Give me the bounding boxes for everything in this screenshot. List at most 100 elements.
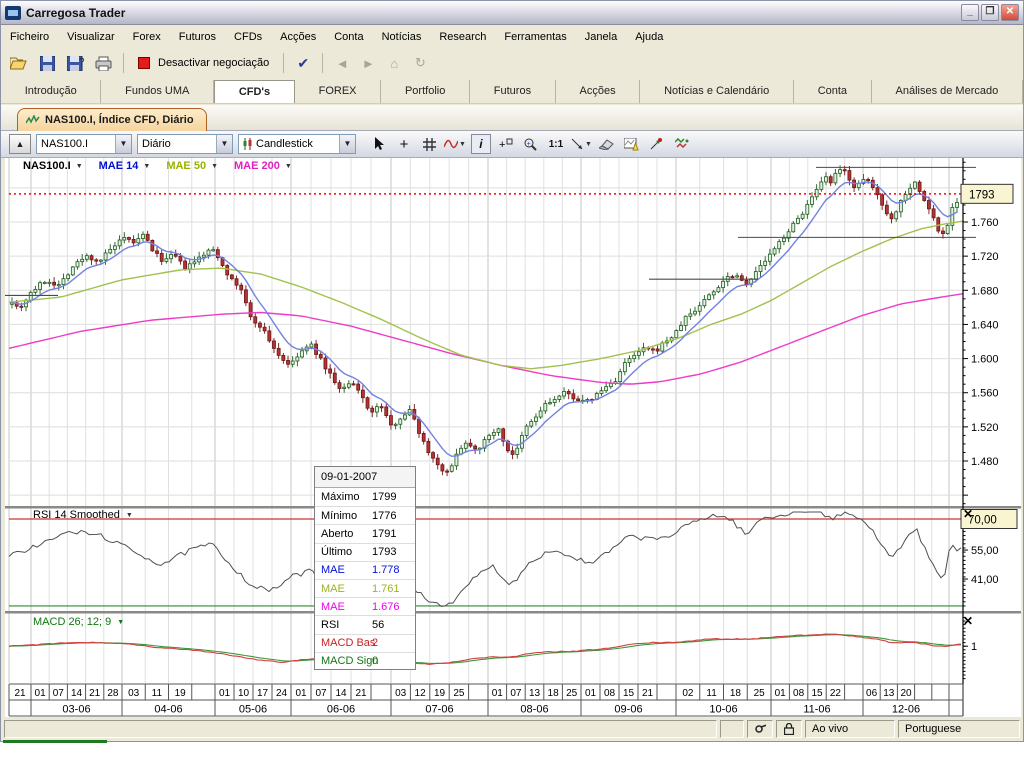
tab-forex[interactable]: FOREX — [295, 80, 381, 103]
menu-cfds[interactable]: CFDs — [225, 26, 271, 49]
svg-text:21: 21 — [89, 688, 101, 699]
svg-text:1: 1 — [971, 641, 977, 653]
add-pane-icon[interactable]: + — [496, 134, 516, 154]
one-to-one-icon[interactable]: 1:1 — [546, 134, 566, 154]
menu-ficheiro[interactable]: Ficheiro — [1, 26, 58, 49]
menu-futuros[interactable]: Futuros — [170, 26, 225, 49]
symbol-select[interactable]: NAS100.I▼ — [36, 134, 132, 154]
svg-text:1.760: 1.760 — [971, 217, 999, 229]
cursor-icon[interactable] — [369, 134, 389, 154]
legend-mae-200[interactable]: MAE 200▼ — [234, 160, 292, 172]
tab-cfd-s[interactable]: CFD's — [214, 80, 295, 103]
chevron-down-icon[interactable]: ▼ — [115, 135, 131, 153]
tooltip-row: MACD Sign0 — [315, 652, 415, 670]
svg-text:12-06: 12-06 — [892, 704, 920, 716]
chart-document-tab[interactable]: NAS100.I, Índice CFD, Diário — [17, 108, 207, 131]
eraser-icon[interactable] — [597, 134, 617, 154]
chart-type-select[interactable]: Candlestick ▼ — [238, 134, 356, 154]
language-indicator[interactable]: Portuguese — [898, 720, 1020, 738]
status-empty-panel — [720, 720, 744, 738]
refresh-icon[interactable]: ↻ — [409, 55, 431, 71]
svg-text:03-06: 03-06 — [62, 704, 90, 716]
confirm-icon[interactable]: ✔ — [292, 55, 314, 72]
toolbar: ? Desactivar negociação ✔ ◄ ► ⌂ ↻ — [1, 49, 1023, 77]
open-icon[interactable] — [7, 51, 31, 75]
collapse-button[interactable]: ▲ — [9, 134, 31, 154]
svg-text:25: 25 — [453, 688, 465, 699]
chevron-down-icon[interactable]: ▼ — [126, 512, 133, 519]
indicator-wave-icon[interactable]: ▼ — [444, 134, 466, 154]
tab-conta[interactable]: Conta — [794, 80, 872, 103]
legend-nas100-i[interactable]: NAS100.I▼ — [23, 160, 83, 172]
tooltip-row: Aberto1791 — [315, 524, 415, 542]
tab-an-lises-de-mercado[interactable]: Análises de Mercado — [872, 80, 1023, 103]
menu-acções[interactable]: Acções — [271, 26, 325, 49]
svg-text:01: 01 — [35, 688, 47, 699]
tab-ac-es[interactable]: Acções — [556, 80, 641, 103]
menu-research[interactable]: Research — [430, 26, 495, 49]
stop-trading-icon[interactable] — [138, 57, 150, 69]
tooltip-row: MAE1.676 — [315, 597, 415, 615]
svg-text:19: 19 — [175, 688, 187, 699]
menu-forex[interactable]: Forex — [124, 26, 170, 49]
tab-fundos-uma[interactable]: Fundos UMA — [101, 80, 214, 103]
measure-icon[interactable] — [647, 134, 667, 154]
back-icon[interactable]: ◄ — [331, 56, 353, 71]
svg-text:41,00: 41,00 — [971, 574, 999, 586]
close-button[interactable]: ✕ — [1001, 4, 1019, 21]
legend-mae-50[interactable]: MAE 50▼ — [166, 160, 218, 172]
zoom-icon[interactable]: + — [521, 134, 541, 154]
svg-text:07-06: 07-06 — [425, 704, 453, 716]
main-tab-bar: IntroduçãoFundos UMACFD'sFOREXPortfolioF… — [1, 80, 1023, 104]
indicators-color-icon[interactable] — [672, 134, 692, 154]
rsi-pane-close-button[interactable]: ✕ — [960, 507, 976, 523]
svg-text:25: 25 — [566, 688, 578, 699]
save-icon[interactable] — [35, 51, 59, 75]
info-icon[interactable]: i — [471, 134, 491, 154]
svg-text:1.720: 1.720 — [971, 251, 999, 263]
menu-visualizar[interactable]: Visualizar — [58, 26, 124, 49]
menu-ajuda[interactable]: Ajuda — [626, 26, 672, 49]
svg-text:03: 03 — [395, 688, 407, 699]
svg-text:+: + — [499, 139, 505, 150]
svg-text:04-06: 04-06 — [154, 704, 182, 716]
tab-not-cias-e-calend-rio[interactable]: Notícias e Calendário — [640, 80, 794, 103]
macd-pane-label[interactable]: MACD 26; 12; 9▼ — [33, 616, 124, 628]
menu-conta[interactable]: Conta — [325, 26, 372, 49]
menu-notícias[interactable]: Notícias — [373, 26, 431, 49]
chevron-down-icon[interactable]: ▼ — [216, 135, 232, 153]
lock-icon[interactable] — [776, 720, 802, 738]
window-title: Carregosa Trader — [26, 6, 961, 20]
stop-trading-label[interactable]: Desactivar negociação — [158, 57, 269, 69]
svg-text:19: 19 — [434, 688, 446, 699]
print-icon[interactable] — [91, 51, 115, 75]
menu-ferramentas[interactable]: Ferramentas — [495, 26, 575, 49]
svg-text:1.640: 1.640 — [971, 319, 999, 331]
tooltip-row: RSI56 — [315, 615, 415, 633]
minimize-button[interactable]: _ — [961, 4, 979, 21]
screen: Carregosa Trader _ ❐ ✕ FicheiroVisualiza… — [0, 0, 1024, 768]
grid-icon[interactable] — [419, 134, 439, 154]
menu-janela[interactable]: Janela — [576, 26, 626, 49]
restore-button[interactable]: ❐ — [981, 4, 999, 21]
macd-pane-close-button[interactable]: ✕ — [960, 614, 976, 630]
svg-text:10-06: 10-06 — [709, 704, 737, 716]
home-icon[interactable]: ⌂ — [383, 56, 405, 71]
forward-icon[interactable]: ► — [357, 56, 379, 71]
tab-portfolio[interactable]: Portfolio — [381, 80, 470, 103]
application-window: Carregosa Trader _ ❐ ✕ FicheiroVisualiza… — [0, 0, 1024, 742]
svg-text:1.600: 1.600 — [971, 354, 999, 366]
connection-icon[interactable] — [747, 720, 773, 738]
chevron-down-icon[interactable]: ▼ — [117, 619, 124, 626]
price-chart[interactable]: 1.7601.7201.6801.6401.6001.5601.5201.480… — [5, 158, 1021, 717]
period-select[interactable]: Diário▼ — [137, 134, 233, 154]
rsi-pane-label[interactable]: RSI 14 Smoothed▼ — [33, 509, 133, 521]
legend-mae-14[interactable]: MAE 14▼ — [99, 160, 151, 172]
trendline-icon[interactable]: ▼ — [571, 134, 592, 154]
tab-futuros[interactable]: Futuros — [470, 80, 556, 103]
chart-alert-icon[interactable] — [622, 134, 642, 154]
tab-introdu-o[interactable]: Introdução — [1, 80, 101, 103]
crosshair-icon[interactable]: + — [394, 134, 414, 154]
chevron-down-icon[interactable]: ▼ — [339, 135, 355, 153]
save-as-icon[interactable]: ? — [63, 51, 87, 75]
